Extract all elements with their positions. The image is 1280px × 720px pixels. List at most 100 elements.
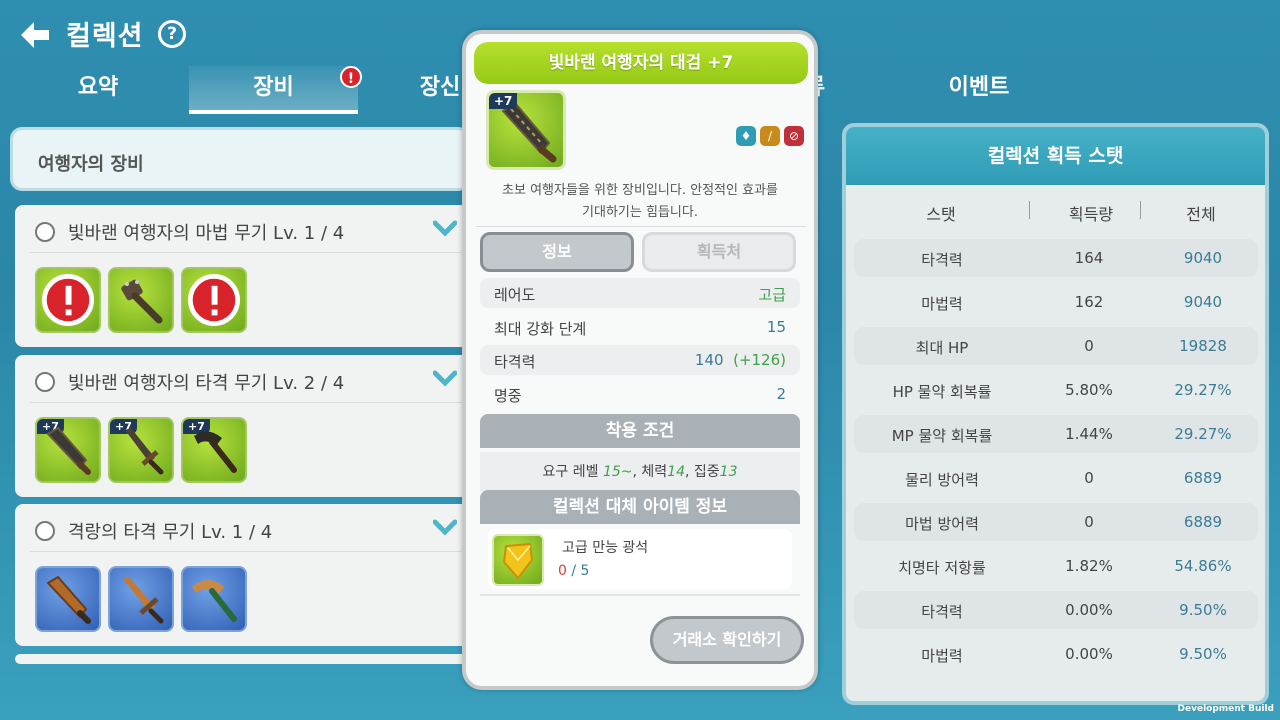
item-detail-popup: 빛바랜 여행자의 대검 +7 +7 ♦ / ⊘ 초보 여행자들을 위한 장비입니… (462, 30, 818, 690)
chevron-down-icon[interactable] (433, 219, 457, 237)
description-line: 기대하기는 힘듭니다. (582, 205, 698, 220)
stat-name: 치명타 저항률 (898, 559, 986, 577)
item-slot[interactable] (108, 267, 174, 333)
stat-name: HP 물약 회복률 (892, 383, 992, 401)
help-icon[interactable]: ? (158, 20, 186, 48)
collection-card[interactable] (15, 654, 470, 664)
requirement-line: 요구 레벨 15~, 체력14, 집중13 (480, 452, 800, 492)
greatsword-icon (46, 426, 91, 475)
stat-row: 마법 방어력 0 6889 (854, 503, 1258, 541)
req-focus-value: 13 (719, 464, 738, 480)
radio-button[interactable] (35, 222, 55, 242)
req-level-value: 15~ (602, 464, 633, 480)
section-header[interactable]: 여행자의 장비 (10, 127, 470, 191)
item-slot[interactable] (108, 566, 174, 632)
back-arrow-icon[interactable] (18, 18, 52, 52)
divider (1029, 201, 1030, 219)
stats-header-row: 스탯 획득량 전체 (846, 189, 1265, 231)
stat-total: 6889 (1183, 469, 1223, 487)
item-slot[interactable]: +7 (181, 417, 247, 483)
stat-name: 마법 방어력 (905, 515, 979, 533)
stat-total: 19828 (1179, 337, 1227, 355)
stat-name: 마법력 (921, 647, 963, 665)
stat-name: 물리 방어력 (905, 471, 979, 489)
alt-item-header: 컬렉션 대체 아이템 정보 (480, 490, 800, 524)
tab-info[interactable]: 정보 (480, 232, 634, 272)
stat-total: 29.27% (1174, 425, 1232, 443)
collection-name: 빛바랜 여행자의 마법 무기 Lv. 1 / 4 (68, 223, 345, 244)
greatsword-icon (46, 575, 91, 624)
tab-equipment[interactable]: 장비 (189, 66, 358, 114)
stat-row: MP 물약 회복률 1.44% 29.27% (854, 415, 1258, 453)
info-row-max-enhance: 최대 강화 단계 15 (480, 312, 800, 342)
collection-card[interactable]: 격랑의 타격 무기 Lv. 1 / 4 (15, 504, 470, 646)
ore-icon (492, 534, 544, 586)
collection-card[interactable]: 빛바랜 여행자의 타격 무기 Lv. 2 / 4 +7 +7 +7 (15, 355, 470, 497)
tab-equipment-alert-icon: ! (340, 66, 362, 88)
stat-row: 최대 HP 0 19828 (854, 327, 1258, 365)
req-stamina-value: 14 (667, 464, 685, 480)
stat-name: 타격력 (921, 603, 963, 621)
item-slot[interactable] (181, 267, 247, 333)
divider (30, 252, 470, 253)
stat-row: 치명타 저항률 1.82% 54.86% (854, 547, 1258, 585)
stat-total: 9040 (1183, 249, 1223, 267)
header-total: 전체 (1186, 205, 1216, 224)
class-restricted-icon: ⊘ (784, 126, 804, 146)
stat-gain: 5.80% (1065, 381, 1113, 399)
attack-bonus: (+126) (733, 351, 786, 369)
chevron-down-icon[interactable] (433, 369, 457, 387)
description-line: 초보 여행자들을 위한 장비입니다. 안정적인 효과를 (502, 183, 778, 198)
item-slot[interactable] (35, 566, 101, 632)
stat-gain: 1.44% (1065, 425, 1113, 443)
item-slot[interactable]: +7 (108, 417, 174, 483)
axe-icon (192, 580, 237, 622)
stat-name: MP 물약 회복률 (891, 427, 993, 445)
info-value: 2 (776, 385, 786, 403)
radio-button[interactable] (35, 521, 55, 541)
scrollbar[interactable] (480, 594, 800, 596)
enhance-badge: +7 (489, 93, 518, 109)
alert-icon (42, 274, 94, 326)
info-key: 명중 (494, 387, 522, 405)
stat-row: 마법력 162 9040 (854, 283, 1258, 321)
stat-total: 6889 (1183, 513, 1223, 531)
stat-total: 9.50% (1179, 645, 1227, 663)
collection-card[interactable]: 빛바랜 여행자의 마법 무기 Lv. 1 / 4 (15, 205, 470, 347)
stat-row: 물리 방어력 0 6889 (854, 459, 1258, 497)
item-slot[interactable]: +7 (35, 417, 101, 483)
stat-total: 9.50% (1179, 601, 1227, 619)
chevron-down-icon[interactable] (433, 518, 457, 536)
collection-stats-panel: 컬렉션 획득 스탯 스탯 획득량 전체 타격력 164 9040 마법력 162 9040… (842, 123, 1269, 705)
stat-gain: 0 (1084, 337, 1094, 355)
alt-item-count: 0 / 5 (558, 563, 590, 579)
tab-event[interactable]: 이벤트 (895, 66, 1063, 114)
tab-summary[interactable]: 요약 (14, 66, 182, 114)
stat-row: 타격력 0.00% 9.50% (854, 591, 1258, 629)
item-slot[interactable] (181, 566, 247, 632)
item-title: 빛바랜 여행자의 대검 +7 (474, 42, 808, 84)
stat-gain: 0 (1084, 469, 1094, 487)
info-value: 고급 (758, 286, 786, 304)
stat-name: 타격력 (921, 251, 963, 269)
stat-total: 9040 (1183, 293, 1223, 311)
have-count: 0 (558, 563, 567, 579)
equip-condition-header: 착용 조건 (480, 414, 800, 448)
info-row-rarity: 레어도 고급 (480, 278, 800, 308)
stat-row: HP 물약 회복률 5.80% 29.27% (854, 371, 1258, 409)
divider (30, 551, 470, 552)
stat-name: 마법력 (921, 295, 963, 313)
divider (30, 402, 470, 403)
alt-item-card[interactable]: 고급 만능 광석 0 / 5 (488, 529, 792, 589)
info-key: 최대 강화 단계 (494, 320, 587, 338)
stats-title: 컬렉션 획득 스탯 (846, 127, 1265, 185)
class-sword-icon: / (760, 126, 780, 146)
collection-name: 격랑의 타격 무기 Lv. 1 / 4 (68, 522, 273, 543)
tab-source[interactable]: 획득처 (642, 232, 796, 272)
divider (1140, 201, 1141, 219)
dev-build-label: Development Build (1177, 704, 1274, 714)
check-market-button[interactable]: 거래소 확인하기 (650, 616, 804, 664)
item-slot[interactable] (35, 267, 101, 333)
info-value: 15 (766, 318, 786, 336)
radio-button[interactable] (35, 372, 55, 392)
